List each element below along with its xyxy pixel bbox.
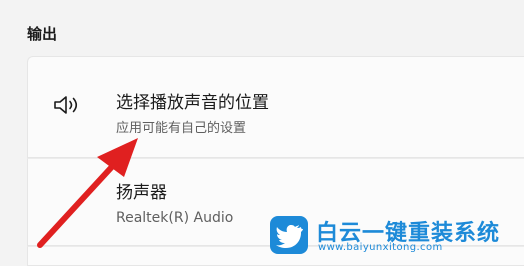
section-heading-output: 输出 — [27, 25, 58, 43]
watermark-logo: 白云一键重装系统 www.baiyunxitong.com — [270, 212, 524, 259]
choose-output-subtitle: 应用可能有自己的设置 — [116, 121, 247, 136]
speaker-icon — [54, 96, 78, 114]
choose-output-location-card[interactable] — [27, 56, 524, 158]
watermark-url: www.baiyunxitong.com — [318, 242, 443, 253]
bird-icon — [270, 216, 308, 254]
device-detail: Realtek(R) Audio — [116, 210, 234, 226]
choose-output-title: 选择播放声音的位置 — [116, 93, 269, 113]
device-name: 扬声器 — [116, 183, 167, 203]
